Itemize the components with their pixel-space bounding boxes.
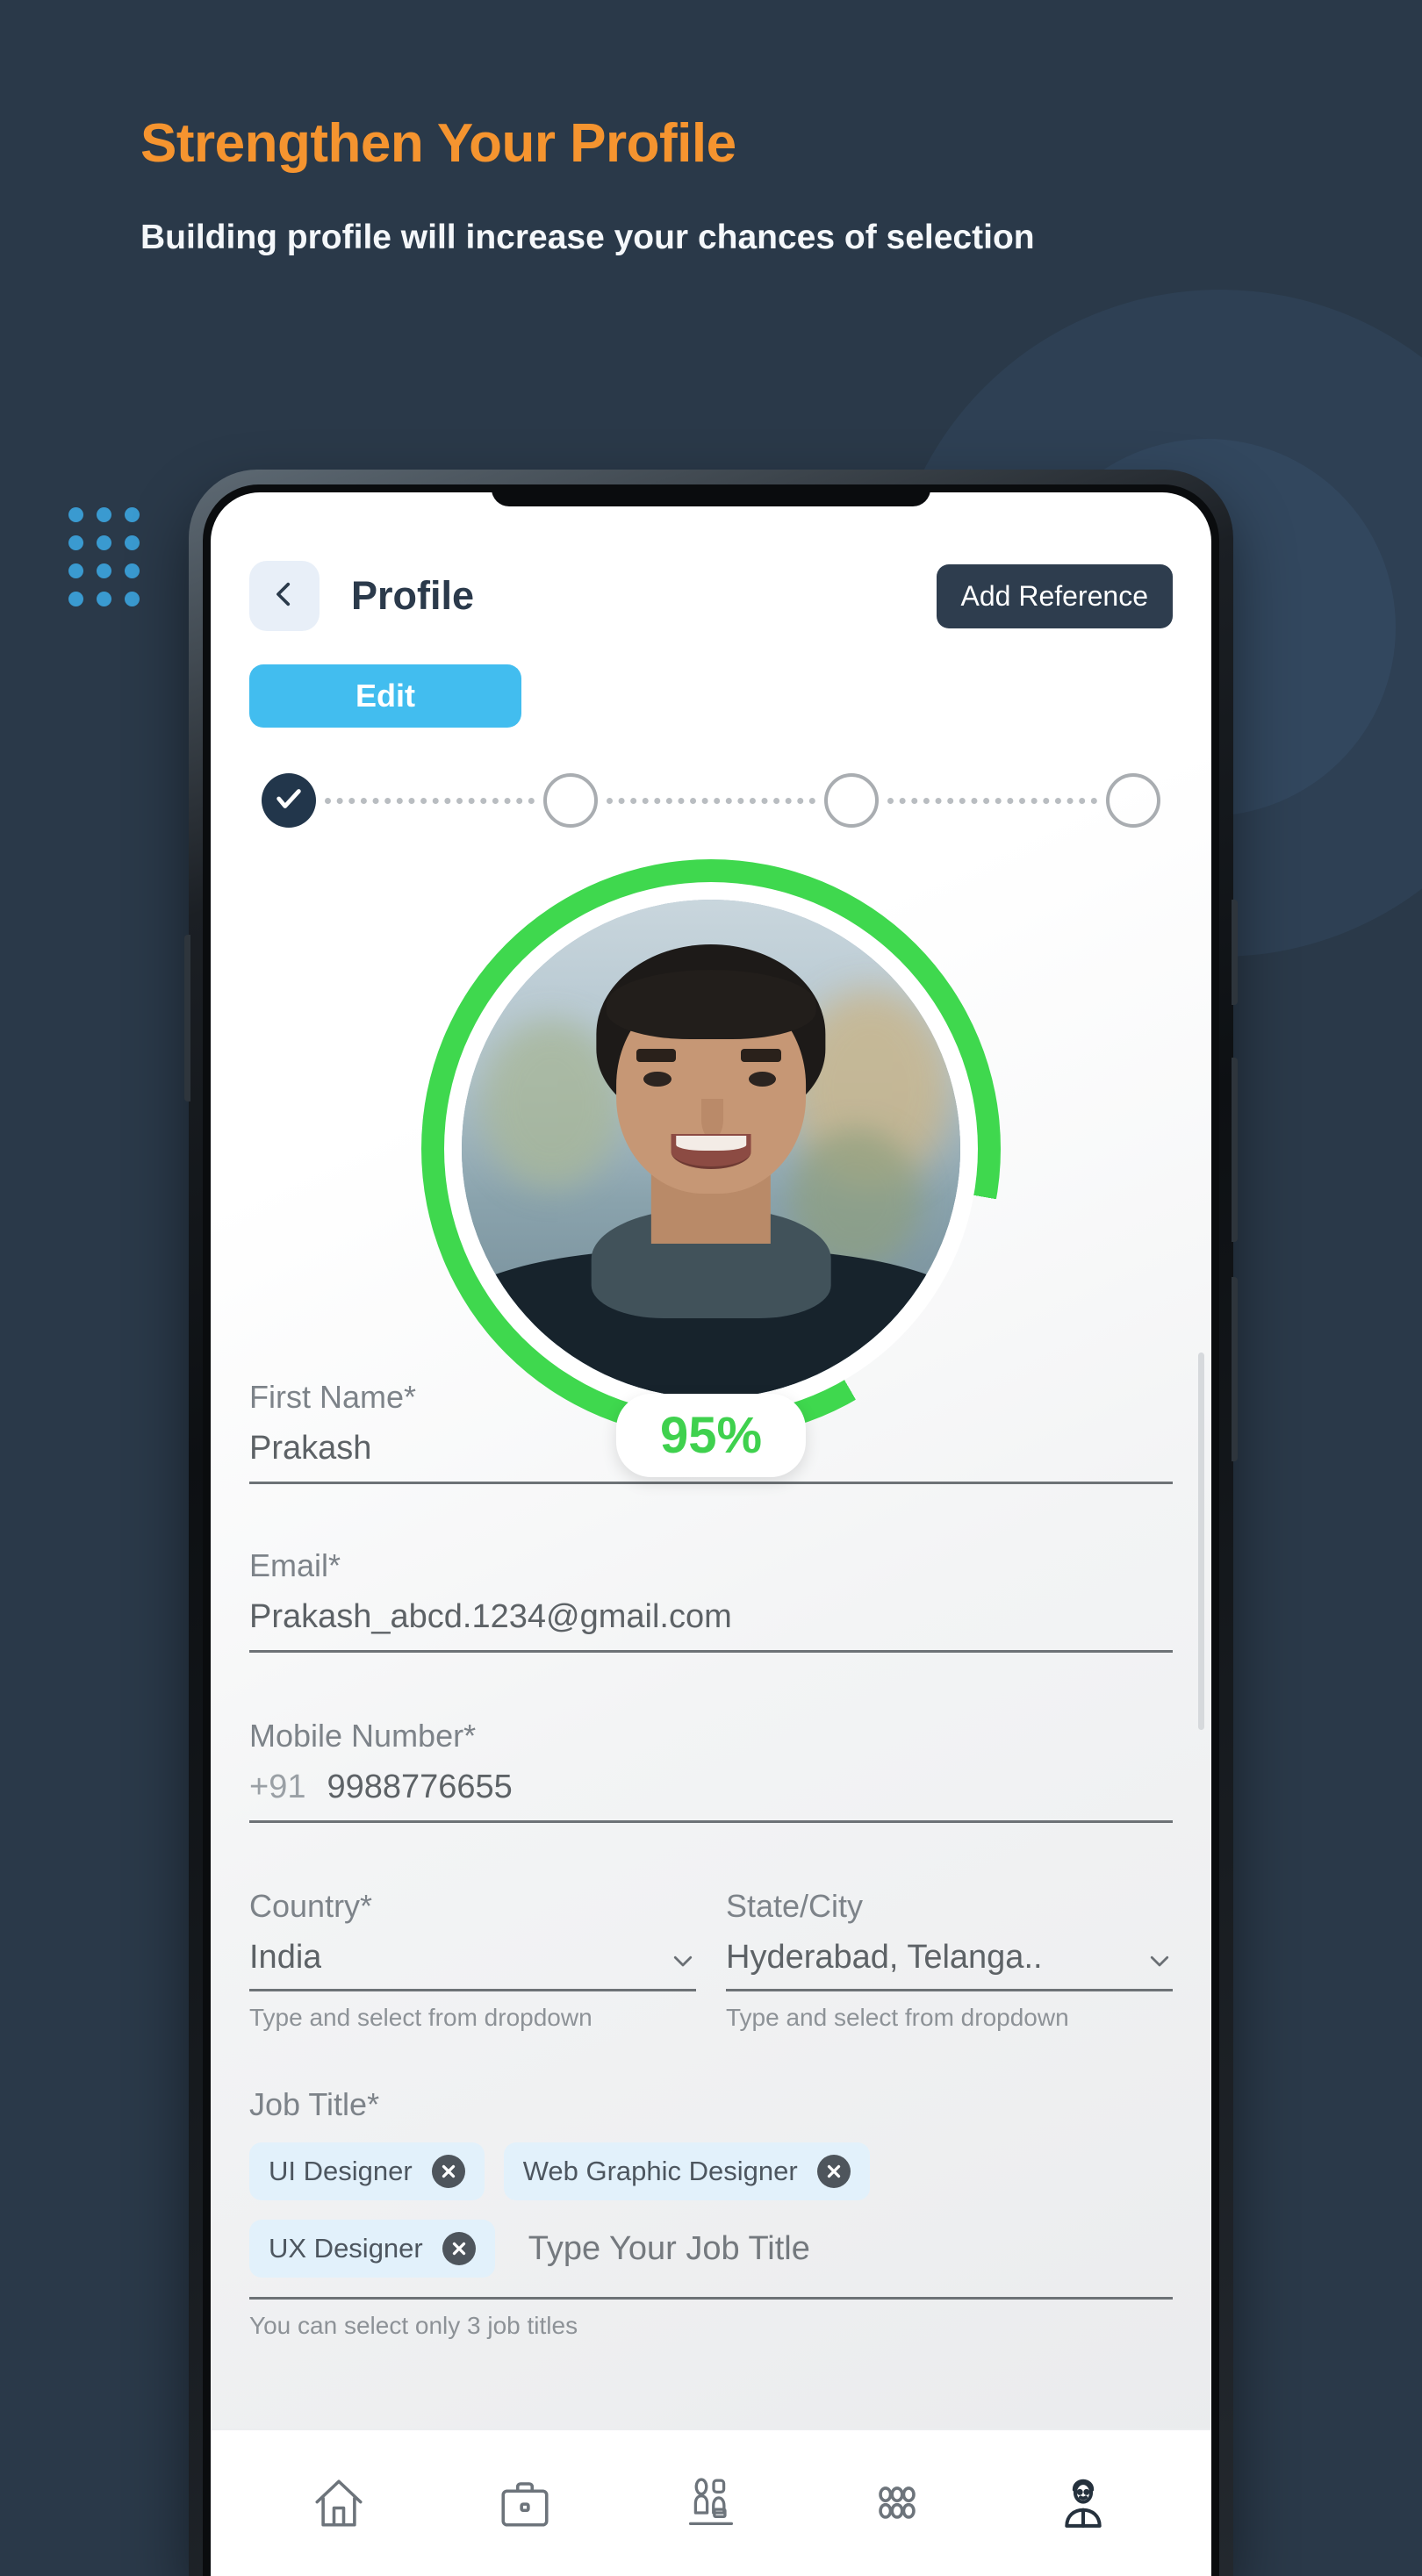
nav-profile[interactable] bbox=[1054, 2474, 1112, 2532]
state-city-underline bbox=[726, 1989, 1173, 1991]
profile-person-icon bbox=[1054, 2474, 1112, 2532]
job-title-underline bbox=[249, 2297, 1173, 2300]
completion-progress-ring bbox=[421, 859, 1001, 1439]
nav-network[interactable] bbox=[868, 2474, 926, 2532]
profile-progress-stepper bbox=[262, 773, 1161, 828]
phone-side-button-3 bbox=[1232, 1277, 1238, 1461]
scrollbar[interactable] bbox=[1198, 1353, 1204, 1730]
interview-icon bbox=[682, 2474, 740, 2532]
chevron-down-icon bbox=[670, 1945, 696, 1971]
mobile-number-underline bbox=[249, 1820, 1173, 1823]
country-code: +91 bbox=[249, 1769, 306, 1805]
decorative-dot-grid bbox=[68, 507, 153, 620]
promo-subheadline: Building profile will increase your chan… bbox=[140, 219, 1035, 256]
page-title: Profile bbox=[351, 573, 475, 618]
location-row: Country* India Type and select from drop… bbox=[249, 1888, 1173, 2032]
email-underline bbox=[249, 1650, 1173, 1653]
app-header: Profile Add Reference bbox=[211, 561, 1211, 631]
country-select[interactable]: India bbox=[249, 1939, 696, 1989]
briefcase-icon bbox=[496, 2474, 554, 2532]
job-title-chips: UI Designer Web Graphic Designer bbox=[249, 2142, 1173, 2200]
people-group-icon bbox=[868, 2474, 926, 2532]
profile-avatar-block: 95% bbox=[421, 859, 1001, 1477]
stepper-connector-3 bbox=[887, 797, 1098, 804]
country-label: Country* bbox=[249, 1888, 373, 1924]
stepper-step-1-completed[interactable] bbox=[262, 773, 316, 828]
country-field[interactable]: Country* India Type and select from drop… bbox=[249, 1888, 696, 2032]
stepper-connector-1 bbox=[325, 797, 535, 804]
email-field[interactable]: Email* Prakash_abcd.1234@gmail.com bbox=[249, 1547, 1173, 1653]
country-hint: Type and select from dropdown bbox=[249, 2004, 592, 2031]
nav-interviews[interactable] bbox=[682, 2474, 740, 2532]
nav-home[interactable] bbox=[310, 2474, 368, 2532]
job-title-chip[interactable]: Web Graphic Designer bbox=[503, 2142, 870, 2200]
close-circle-icon[interactable] bbox=[431, 2155, 465, 2188]
stepper-step-2[interactable] bbox=[542, 773, 598, 828]
profile-completion-badge: 95% bbox=[615, 1394, 807, 1477]
avatar-ring-inner bbox=[444, 882, 978, 1416]
email-label: Email* bbox=[249, 1547, 341, 1583]
job-title-label: Job Title* bbox=[249, 2086, 380, 2122]
close-circle-icon[interactable] bbox=[442, 2232, 476, 2265]
stepper-step-3[interactable] bbox=[824, 773, 880, 828]
email-value: Prakash_abcd.1234@gmail.com bbox=[249, 1598, 732, 1635]
country-value: India bbox=[249, 1939, 322, 1976]
state-city-hint: Type and select from dropdown bbox=[726, 2004, 1069, 2031]
chevron-left-icon bbox=[269, 579, 299, 614]
job-title-chip[interactable]: UX Designer bbox=[249, 2220, 495, 2278]
job-title-chips-row2: UX Designer Type Your Job Title bbox=[249, 2220, 1173, 2278]
stepper-connector-2 bbox=[606, 797, 816, 804]
app-screen: Profile Add Reference Edit First Name* P… bbox=[211, 492, 1211, 2576]
stepper-step-4[interactable] bbox=[1106, 773, 1161, 828]
country-underline bbox=[249, 1989, 696, 1991]
back-button[interactable] bbox=[249, 561, 320, 631]
chip-label: UX Designer bbox=[269, 2233, 423, 2264]
check-icon bbox=[274, 784, 304, 818]
phone-volume-button bbox=[184, 935, 190, 1101]
mobile-number-field[interactable]: Mobile Number* +91 9988776655 bbox=[249, 1718, 1173, 1823]
home-icon bbox=[310, 2474, 368, 2532]
first-name-underline bbox=[249, 1482, 1173, 1484]
state-city-select[interactable]: Hyderabad, Telanga.. bbox=[726, 1939, 1173, 1989]
chip-label: Web Graphic Designer bbox=[522, 2156, 798, 2186]
phone-side-button-2 bbox=[1232, 1058, 1238, 1242]
bottom-navigation bbox=[211, 2429, 1211, 2576]
phone-notch bbox=[492, 492, 930, 506]
chevron-down-icon bbox=[1146, 1945, 1173, 1971]
job-title-chip[interactable]: UI Designer bbox=[249, 2142, 485, 2200]
phone-mockup: Profile Add Reference Edit First Name* P… bbox=[184, 470, 1238, 2576]
mobile-number-value: +91 9988776655 bbox=[249, 1769, 1173, 1820]
state-city-value: Hyderabad, Telanga.. bbox=[726, 1939, 1043, 1976]
job-title-hint: You can select only 3 job titles bbox=[249, 2312, 578, 2339]
promo-headline: Strengthen Your Profile bbox=[140, 113, 736, 174]
nav-jobs[interactable] bbox=[496, 2474, 554, 2532]
phone-bezel: Profile Add Reference Edit First Name* P… bbox=[203, 484, 1219, 2576]
mobile-number-label: Mobile Number* bbox=[249, 1718, 477, 1754]
profile-form: First Name* Prakash Email* Prakash_abcd.… bbox=[249, 1379, 1173, 2349]
chip-label: UI Designer bbox=[269, 2156, 413, 2186]
phone-side-button-1 bbox=[1232, 900, 1238, 1005]
edit-button[interactable]: Edit bbox=[249, 664, 521, 728]
avatar[interactable] bbox=[462, 900, 960, 1398]
job-title-field[interactable]: Job Title* UI Designer Web Graphic Desig… bbox=[249, 2086, 1173, 2340]
job-title-input-placeholder[interactable]: Type Your Job Title bbox=[514, 2230, 810, 2268]
add-reference-button[interactable]: Add Reference bbox=[936, 563, 1173, 628]
close-circle-icon[interactable] bbox=[816, 2155, 851, 2188]
mobile-number-digits: 9988776655 bbox=[327, 1769, 513, 1805]
state-city-field[interactable]: State/City Hyderabad, Telanga.. Type and… bbox=[726, 1888, 1173, 2032]
state-city-label: State/City bbox=[726, 1888, 864, 1924]
